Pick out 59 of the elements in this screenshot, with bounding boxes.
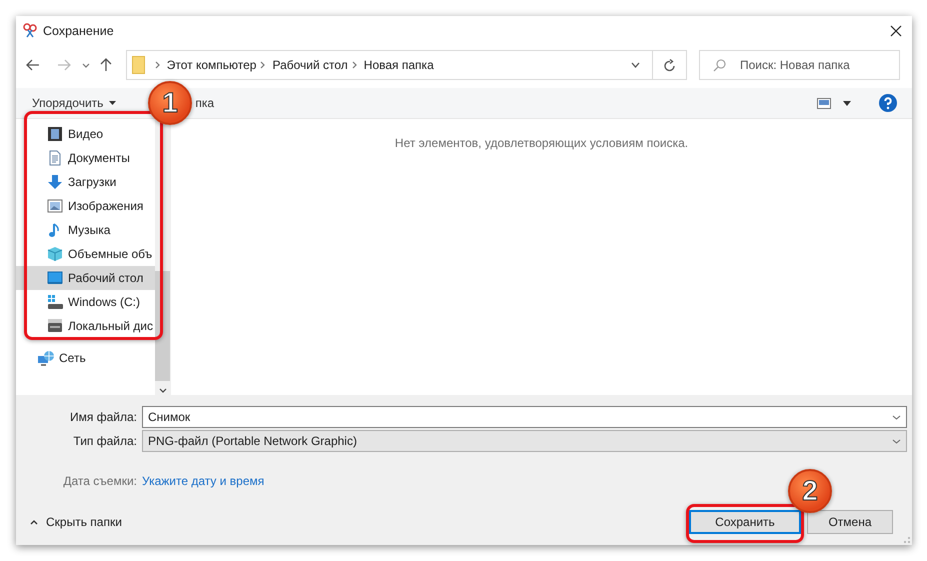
up-arrow-icon[interactable]	[100, 58, 112, 72]
chevron-down-icon[interactable]	[158, 388, 166, 393]
chevron-down-icon	[892, 439, 901, 444]
breadcrumb-item[interactable]: Этот компьютер	[166, 58, 256, 72]
sidebar-item[interactable]: Изображения	[16, 194, 155, 218]
address-bar[interactable]: Этот компьютер Рабочий стол Новая папка	[126, 50, 654, 80]
sidebar-item[interactable]: Сеть	[16, 346, 155, 370]
refresh-button[interactable]	[653, 50, 687, 80]
sidebar-item[interactable]: Музыка	[16, 218, 155, 242]
sidebar-item[interactable]: Windows (C:)	[16, 290, 155, 314]
window-title: Сохранение	[43, 24, 114, 38]
search-field[interactable]: Поиск: Новая папка	[698, 50, 900, 80]
save-button[interactable]: Сохранить	[689, 510, 801, 534]
chevron-up-icon	[30, 520, 38, 524]
cube-icon	[47, 246, 63, 262]
close-icon[interactable]	[890, 25, 902, 37]
chevron-down-icon[interactable]	[82, 62, 90, 68]
refresh-icon	[664, 58, 676, 72]
help-icon[interactable]	[879, 94, 897, 112]
chevron-right-icon	[154, 61, 160, 69]
sidebar-item[interactable]: Локальный дис	[16, 314, 155, 338]
file-name-field[interactable]: Снимок	[142, 406, 907, 428]
cancel-button[interactable]: Отмена	[807, 510, 893, 534]
organize-menu[interactable]: Упорядочить	[28, 94, 120, 112]
new-folder-button[interactable]: пка	[194, 94, 216, 112]
empty-message: Нет элементов, удовлетворяющих условиям поиска.	[394, 136, 688, 152]
date-link[interactable]: Укажите дату и время	[142, 474, 264, 488]
picture-icon	[47, 198, 63, 214]
field-label: Тип файла:	[72, 434, 137, 448]
sidebar-item[interactable]: Объемные объ	[16, 242, 155, 266]
network-icon	[38, 350, 54, 366]
field-label: Имя файла:	[69, 410, 137, 424]
hide-folders-button[interactable]: Скрыть папки	[28, 513, 124, 531]
breadcrumb-item[interactable]: Новая папка	[364, 58, 434, 72]
document-icon	[47, 150, 63, 166]
monitor-icon	[47, 270, 63, 286]
sidebar-item[interactable]: Загрузки	[16, 170, 155, 194]
down-arrow-icon	[47, 174, 63, 190]
sidebar-item[interactable]: Видео	[16, 122, 155, 146]
film-icon	[47, 126, 63, 142]
sidebar-item[interactable]: Документы	[16, 146, 155, 170]
chevron-down-icon[interactable]	[631, 62, 640, 68]
file-type-dropdown[interactable]: PNG-файл (Portable Network Graphic)	[142, 430, 907, 452]
view-icon[interactable]	[817, 98, 831, 108]
drive-icon	[47, 318, 63, 334]
field-label: Дата съемки:	[62, 474, 137, 488]
chevron-right-icon	[352, 61, 357, 69]
resize-grip-icon[interactable]	[904, 537, 910, 543]
scissors-icon	[22, 23, 38, 39]
caret-icon	[109, 101, 116, 105]
chevron-right-icon	[260, 61, 266, 69]
breadcrumb-item[interactable]: Рабочий стол	[272, 58, 348, 72]
folder-icon	[132, 56, 145, 74]
drive-icon	[47, 294, 63, 310]
back-arrow-icon[interactable]	[26, 59, 40, 71]
search-icon	[712, 59, 726, 72]
caret-icon[interactable]	[843, 100, 851, 106]
sidebar-item[interactable]: Рабочий стол	[16, 266, 155, 290]
chevron-down-icon	[892, 415, 901, 420]
